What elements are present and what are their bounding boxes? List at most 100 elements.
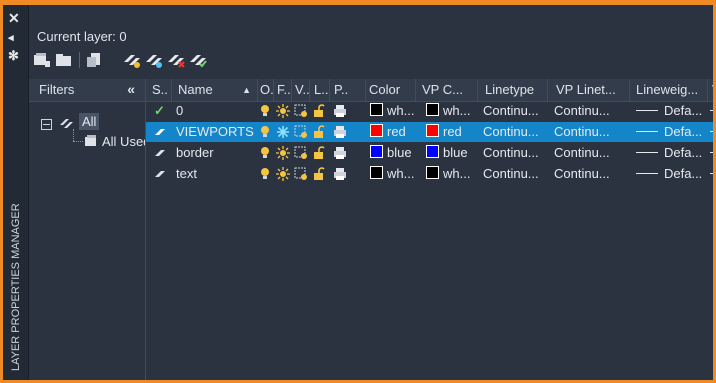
filters-panel: Filters « All All Used Layers [29, 79, 146, 380]
lineweight-sample [636, 152, 658, 153]
printer-icon[interactable] [333, 104, 347, 118]
thawed-sun-icon[interactable] [276, 104, 290, 118]
layer-list: S.. Name ▲ O.. F.. V.. L.. P.. Color VP C… [146, 79, 713, 380]
layer-name[interactable]: 0 [176, 101, 258, 121]
col-plot[interactable]: P.. [330, 79, 366, 101]
layer-vp-color[interactable]: red [426, 122, 478, 142]
layer-row[interactable]: border blue blue Continu... Continu... Defa..… [146, 143, 713, 163]
unlocked-icon[interactable] [313, 125, 325, 139]
layer-linetype[interactable]: Continu... [483, 164, 547, 184]
col-name-label: Name [178, 82, 213, 97]
properties-gear-icon[interactable]: ✻ [8, 49, 19, 63]
current-layer-check-icon[interactable]: ✓ [154, 101, 165, 121]
layer-row[interactable]: VIEWPORTS red red Continu... Continu... Defa.… [146, 122, 713, 142]
layer-vp-color[interactable]: wh... [426, 164, 478, 184]
tree-collapse-icon[interactable] [41, 119, 52, 130]
palette-title-bar[interactable]: ✕ ◂ ✻ LAYER PROPERTIES MANAGER [3, 5, 29, 380]
layer-name[interactable]: VIEWPORTS [176, 122, 258, 142]
collapse-icon[interactable]: « [127, 81, 135, 97]
lineweight-value: Defa... [664, 103, 703, 118]
col-status[interactable]: S.. [146, 79, 172, 101]
printer-icon[interactable] [333, 146, 347, 160]
frozen-snowflake-icon[interactable] [276, 125, 290, 139]
col-lock[interactable]: L.. [310, 79, 330, 101]
col-vp-freeze[interactable]: V.. [292, 79, 310, 101]
col-freeze[interactable]: F.. [274, 79, 292, 101]
tree-item-all[interactable]: All [79, 113, 100, 130]
layer-vp-lineweight[interactable] [710, 122, 713, 142]
printer-icon[interactable] [333, 125, 347, 139]
vp-freeze-icon[interactable] [294, 125, 308, 139]
layer-lineweight[interactable]: Defa... [636, 122, 708, 142]
layer-linetype[interactable]: Continu... [483, 143, 547, 163]
layer-row[interactable]: text wh... wh... Continu... Continu... Defa..… [146, 164, 713, 184]
lineweight-sample [636, 131, 658, 132]
layer-color[interactable]: wh... [370, 164, 416, 184]
delete-layer-icon[interactable] [167, 52, 185, 68]
layer-vp-lineweight[interactable] [710, 164, 713, 184]
layer-color[interactable]: red [370, 122, 416, 142]
thawed-sun-icon[interactable] [276, 167, 290, 181]
color-swatch [370, 166, 383, 179]
on-lightbulb-icon[interactable] [260, 125, 270, 139]
col-linetype[interactable]: Linetype [478, 79, 548, 101]
layer-status-icon[interactable] [154, 149, 168, 157]
layer-vp-linetype[interactable]: Continu... [554, 101, 630, 121]
layer-vp-linetype[interactable]: Continu... [554, 143, 630, 163]
autohide-icon[interactable]: ◂ [8, 31, 14, 45]
new-group-filter-icon[interactable] [55, 52, 73, 68]
unlocked-icon[interactable] [313, 104, 325, 118]
close-icon[interactable]: ✕ [8, 11, 20, 25]
vp-color-name: wh... [443, 166, 471, 181]
layer-color[interactable]: wh... [370, 101, 416, 121]
vp-freeze-icon[interactable] [294, 146, 308, 160]
vp-lineweight-sample [710, 173, 713, 174]
vp-color-swatch [426, 166, 439, 179]
col-name[interactable]: Name ▲ [172, 79, 258, 101]
new-layer-icon[interactable] [123, 52, 141, 68]
toolbar-divider [79, 52, 80, 68]
layer-name[interactable]: border [176, 143, 258, 163]
layer-vp-lineweight[interactable] [710, 143, 713, 163]
on-lightbulb-icon[interactable] [260, 146, 270, 160]
layer-lineweight[interactable]: Defa... [636, 143, 708, 163]
new-property-filter-icon[interactable] [33, 52, 51, 68]
layer-linetype[interactable]: Continu... [483, 122, 547, 142]
layer-linetype[interactable]: Continu... [483, 101, 547, 121]
layer-vp-linetype[interactable]: Continu... [554, 122, 630, 142]
layer-lineweight[interactable]: Defa... [636, 164, 708, 184]
col-color[interactable]: Color [366, 79, 416, 101]
vp-color-name: blue [443, 145, 468, 160]
layer-vp-color[interactable]: wh... [426, 101, 478, 121]
layer-vp-lineweight[interactable] [710, 101, 713, 121]
layer-status-icon[interactable] [154, 170, 168, 178]
on-lightbulb-icon[interactable] [260, 104, 270, 118]
layer-color[interactable]: blue [370, 143, 416, 163]
vp-freeze-icon[interactable] [294, 167, 308, 181]
vp-color-name: red [443, 124, 462, 139]
set-current-icon[interactable] [189, 52, 207, 68]
vp-freeze-icon[interactable] [294, 104, 308, 118]
layer-lineweight[interactable]: Defa... [636, 101, 708, 121]
printer-icon[interactable] [333, 167, 347, 181]
layer-row[interactable]: ✓ 0 wh... wh... Continu... Continu... Defa... [146, 101, 713, 121]
tree-item-all-used[interactable]: All Used Layers [102, 134, 145, 149]
col-vp-color[interactable]: VP C... [416, 79, 478, 101]
vp-color-name: wh... [443, 103, 471, 118]
layer-name[interactable]: text [176, 164, 258, 184]
new-layer-vp-frozen-icon[interactable] [145, 52, 163, 68]
col-on[interactable]: O.. [258, 79, 274, 101]
layer-vp-linetype[interactable]: Continu... [554, 164, 630, 184]
col-vp-linetype[interactable]: VP Linet... [548, 79, 630, 101]
layer-states-manager-icon[interactable] [85, 52, 103, 68]
on-lightbulb-icon[interactable] [260, 167, 270, 181]
col-vp-lineweight[interactable]: V [708, 79, 713, 101]
unlocked-icon[interactable] [313, 146, 325, 160]
layer-vp-color[interactable]: blue [426, 143, 478, 163]
unlocked-icon[interactable] [313, 167, 325, 181]
col-lineweight[interactable]: Lineweig... [630, 79, 708, 101]
all-filter-icon [60, 119, 73, 128]
lineweight-sample [636, 110, 658, 111]
thawed-sun-icon[interactable] [276, 146, 290, 160]
layer-status-icon[interactable] [154, 128, 168, 136]
